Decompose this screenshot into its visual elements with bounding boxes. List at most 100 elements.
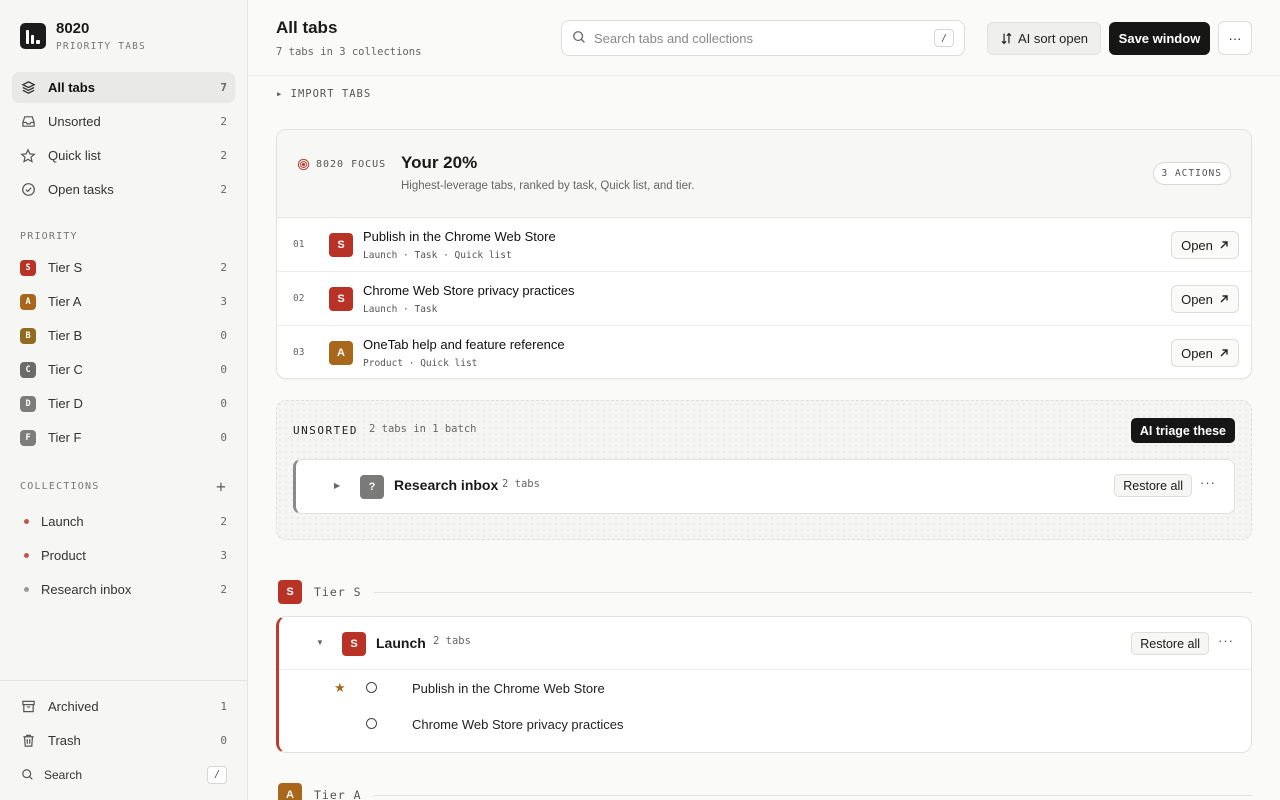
collapse-caret-icon[interactable]: ▼ bbox=[316, 638, 324, 647]
open-button[interactable]: Open bbox=[1171, 231, 1239, 259]
tier-count: 0 bbox=[220, 397, 227, 410]
sidebar-item-tier-f[interactable]: F Tier F 0 bbox=[12, 422, 235, 453]
tier-count: 0 bbox=[220, 329, 227, 342]
search-label: Search bbox=[44, 767, 83, 782]
batch-count: 2 tabs bbox=[502, 478, 540, 490]
tab-row[interactable]: ★ Publish in the Chrome Web Store bbox=[279, 670, 1251, 706]
sidebar-item-launch[interactable]: Launch 2 bbox=[12, 506, 235, 537]
nav-item-all-tabs[interactable]: All tabs 7 bbox=[12, 72, 235, 103]
tier-label: Tier C bbox=[48, 362, 83, 377]
unsorted-section: UNSORTED 2 tabs in 1 batch AI triage the… bbox=[276, 400, 1252, 540]
collection-launch: ▼ S Launch 2 tabs Restore all ··· ★ Publ… bbox=[276, 616, 1252, 753]
tier-badge: A bbox=[20, 293, 36, 310]
collection-label: Product bbox=[41, 548, 86, 563]
external-arrow-icon bbox=[1219, 348, 1229, 358]
collection-header[interactable]: ▼ S Launch 2 tabs Restore all ··· bbox=[279, 617, 1251, 670]
search-input[interactable]: Search tabs and collections / bbox=[561, 20, 965, 56]
search-shortcut: / bbox=[934, 29, 954, 47]
batch-title: Research inbox bbox=[394, 477, 499, 493]
nav-item-unsorted[interactable]: Unsorted 2 bbox=[12, 106, 235, 137]
sidebar-item-tier-b[interactable]: B Tier B 0 bbox=[12, 320, 235, 351]
search-icon bbox=[20, 767, 34, 783]
page-subtitle: 7 tabs in 3 collections bbox=[276, 45, 422, 58]
tier-badge: C bbox=[20, 361, 36, 378]
tier-label: Tier F bbox=[48, 430, 82, 445]
unknown-tier-badge: ? bbox=[360, 475, 384, 499]
more-options-button[interactable]: ··· bbox=[1218, 21, 1252, 55]
sidebar-search-button[interactable]: Search / bbox=[12, 759, 235, 790]
nav-count: 7 bbox=[220, 81, 227, 94]
batch-research-inbox[interactable]: ▶ ? Research inbox 2 tabs Restore all ··… bbox=[293, 459, 1235, 514]
priority-title: PRIORITY bbox=[20, 231, 78, 242]
sidebar-footer: Archived 1 Trash 0 Search / bbox=[0, 680, 247, 793]
trash-icon bbox=[20, 733, 36, 749]
tier-label: Tier D bbox=[48, 396, 83, 411]
row-meta: Launch · Task · Quick list bbox=[363, 250, 512, 261]
collections-title: COLLECTIONS bbox=[20, 481, 100, 492]
nav-item-trash[interactable]: Trash 0 bbox=[12, 725, 235, 756]
open-button[interactable]: Open bbox=[1171, 339, 1239, 367]
collection-count: 3 bbox=[220, 549, 227, 562]
more-options-button[interactable]: ··· bbox=[1200, 475, 1216, 490]
collection-dot bbox=[24, 553, 29, 558]
restore-all-button[interactable]: Restore all bbox=[1114, 474, 1192, 497]
task-checkbox[interactable] bbox=[366, 682, 377, 693]
brand-subtitle: PRIORITY TABS bbox=[56, 40, 146, 52]
nav-label: Open tasks bbox=[48, 182, 114, 197]
add-collection-button[interactable]: + bbox=[216, 477, 227, 496]
divider bbox=[373, 591, 1252, 593]
nav-count: 2 bbox=[220, 183, 227, 196]
sidebar-item-tier-c[interactable]: C Tier C 0 bbox=[12, 354, 235, 385]
tab-row[interactable]: Chrome Web Store privacy practices bbox=[279, 706, 1251, 742]
open-button[interactable]: Open bbox=[1171, 285, 1239, 313]
nav-item-archived[interactable]: Archived 1 bbox=[12, 691, 235, 722]
focus-row[interactable]: 02 S Chrome Web Store privacy practices … bbox=[277, 272, 1251, 326]
focus-row[interactable]: 03 A OneTab help and feature reference P… bbox=[277, 326, 1251, 378]
nav-item-quick-list[interactable]: Quick list 2 bbox=[12, 140, 235, 171]
tab-title[interactable]: Chrome Web Store privacy practices bbox=[412, 717, 623, 732]
more-options-button[interactable]: ··· bbox=[1218, 633, 1234, 648]
tab-title[interactable]: Publish in the Chrome Web Store bbox=[412, 681, 605, 696]
nav-count: 2 bbox=[220, 115, 227, 128]
tier-badge: A bbox=[278, 783, 302, 800]
priority-list: S Tier S 2 A Tier A 3 B Tier B 0 C Tier … bbox=[0, 252, 247, 453]
expand-caret-icon[interactable]: ▶ bbox=[334, 481, 340, 490]
open-label: Open bbox=[1181, 291, 1213, 307]
inbox-icon bbox=[20, 114, 36, 130]
nav-item-open-tasks[interactable]: Open tasks 2 bbox=[12, 174, 235, 205]
sidebar-item-tier-d[interactable]: D Tier D 0 bbox=[12, 388, 235, 419]
open-label: Open bbox=[1181, 345, 1213, 361]
restore-all-button[interactable]: Restore all bbox=[1131, 632, 1209, 655]
task-checkbox[interactable] bbox=[366, 718, 377, 729]
divider bbox=[373, 794, 1252, 796]
nav-label: All tabs bbox=[48, 80, 95, 95]
ai-triage-button[interactable]: AI triage these bbox=[1130, 418, 1235, 443]
collections-list: Launch 2 Product 3 Research inbox 2 bbox=[0, 506, 247, 605]
tier-count: 2 bbox=[220, 261, 227, 274]
tier-badge: S bbox=[278, 580, 302, 604]
check-circle-icon bbox=[20, 182, 36, 198]
collection-dot bbox=[24, 519, 29, 524]
import-tabs-toggle[interactable]: ▸ IMPORT TABS bbox=[276, 88, 371, 100]
save-window-button[interactable]: Save window bbox=[1109, 22, 1210, 55]
tier-s-heading: S Tier S bbox=[278, 580, 1252, 604]
tier-badge: F bbox=[20, 429, 36, 446]
nav-count: 2 bbox=[220, 149, 227, 162]
sidebar-item-product[interactable]: Product 3 bbox=[12, 540, 235, 571]
focus-row[interactable]: 01 S Publish in the Chrome Web Store Lau… bbox=[277, 218, 1251, 272]
row-meta: Product · Quick list bbox=[363, 358, 478, 369]
target-icon bbox=[297, 158, 310, 171]
sidebar-item-tier-a[interactable]: A Tier A 3 bbox=[12, 286, 235, 317]
collection-count: 2 bbox=[220, 515, 227, 528]
sidebar-item-research-inbox[interactable]: Research inbox 2 bbox=[12, 574, 235, 605]
nav-count: 0 bbox=[220, 734, 227, 747]
focus-description: Highest-leverage tabs, ranked by task, Q… bbox=[401, 180, 695, 192]
ai-sort-button[interactable]: AI sort open bbox=[987, 22, 1101, 55]
star-filled-icon[interactable]: ★ bbox=[334, 680, 346, 696]
layers-icon bbox=[20, 80, 36, 96]
ai-sort-label: AI sort open bbox=[1017, 31, 1089, 46]
collections-section-title: COLLECTIONS + bbox=[0, 477, 247, 496]
sidebar-item-tier-s[interactable]: S Tier S 2 bbox=[12, 252, 235, 283]
tier-label: Tier S bbox=[314, 585, 362, 599]
tier-badge: B bbox=[20, 327, 36, 344]
